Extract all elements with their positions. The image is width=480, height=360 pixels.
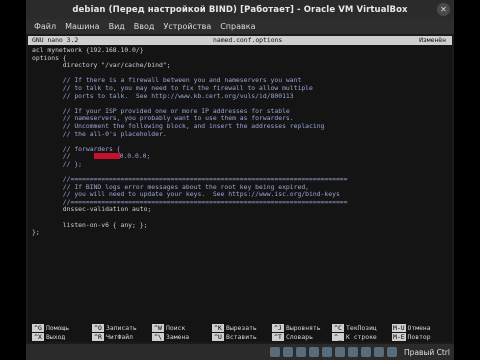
shortcut-key: M-E xyxy=(392,333,406,341)
shortcut-label: Поиск xyxy=(166,324,186,332)
shortcut-item: M-E Повтор xyxy=(392,333,450,341)
optical-icon[interactable] xyxy=(283,347,294,357)
menu-help[interactable]: Справка xyxy=(220,22,255,31)
shortcut-item: ^J Выровнять xyxy=(272,324,330,332)
shortcut-item: ^X Выход xyxy=(32,333,90,341)
redaction-mark xyxy=(93,153,120,160)
shortcut-label: Выровнять xyxy=(286,324,321,332)
shortcut-key: M-U xyxy=(392,324,406,332)
shortcut-label: Записать xyxy=(106,324,137,332)
cpu-icon[interactable] xyxy=(361,347,372,357)
shortcut-key: ^\ xyxy=(152,333,164,341)
shortcut-item: M-U Отмена xyxy=(392,324,450,332)
shortcut-item: ^U Вставить xyxy=(212,333,270,341)
virtualbox-window: debian (Перед настройкой BIND) [Работает… xyxy=(26,0,454,360)
shortcut-key: ^T xyxy=(272,333,284,341)
shortcut-label: Вставить xyxy=(226,333,257,341)
menu-input[interactable]: Ввод xyxy=(134,22,155,31)
usb-icon[interactable] xyxy=(296,347,307,357)
nano-filename: named.conf.options xyxy=(213,36,283,44)
shortcut-label: Выход xyxy=(46,333,66,341)
close-icon[interactable]: ✕ xyxy=(437,3,450,16)
editor-line: // forwarders { xyxy=(32,144,121,153)
shortcut-item: ^O Записать xyxy=(92,324,150,332)
window-titlebar[interactable]: debian (Перед настройкой BIND) [Работает… xyxy=(26,0,454,20)
shortcut-label: ТекПозиц xyxy=(346,324,377,332)
guest-console[interactable]: GNU nano 3.2 named.conf.options Изменён … xyxy=(28,36,452,342)
shared-folder-icon[interactable] xyxy=(322,347,333,357)
shortcut-key: ^X xyxy=(32,333,44,341)
menu-bar: Файл Машина Вид Ввод Устройства Справка xyxy=(26,19,454,34)
shortcut-item: ^C ТекПозиц xyxy=(332,324,390,332)
editor-line: }; xyxy=(32,228,40,237)
shortcut-key: ^C xyxy=(332,324,344,332)
editor-line: // 0.0.0.0; xyxy=(32,152,151,161)
menu-machine[interactable]: Машина xyxy=(65,22,99,31)
shortcut-label: Повтор xyxy=(407,333,431,341)
nano-modified-indicator: Изменён xyxy=(419,36,446,44)
right-letterbox xyxy=(454,0,480,360)
editor-line: // }; xyxy=(32,159,83,168)
shortcut-key: ^J xyxy=(272,324,284,332)
network-icon[interactable] xyxy=(309,347,320,357)
editor-line: listen-on-v6 { any; }; xyxy=(32,220,148,229)
shortcut-key: ^G xyxy=(32,324,44,332)
shortcut-label: Вырезать xyxy=(226,324,257,332)
shortcut-item: ^\ Замена xyxy=(152,333,210,341)
shortcut-label: Отмена xyxy=(407,324,431,332)
nano-header: GNU nano 3.2 named.conf.options Изменён xyxy=(28,36,452,45)
nano-version: GNU nano 3.2 xyxy=(32,36,79,44)
shortcut-key: ^W xyxy=(152,324,164,332)
shortcut-label: Помощь xyxy=(46,324,70,332)
shortcut-label: Словарь xyxy=(286,333,313,341)
shortcut-item: ^R ЧитФайл xyxy=(92,333,150,341)
recording-icon[interactable] xyxy=(348,347,359,357)
shortcut-label: К строке xyxy=(346,333,377,341)
shortcut-key: ^_ xyxy=(332,333,344,341)
shortcut-item: ^W Поиск xyxy=(152,324,210,332)
shortcut-item: ^G Помощь xyxy=(32,324,90,332)
hdd-icon[interactable] xyxy=(270,347,281,357)
editor-line: dnssec-validation auto; xyxy=(32,205,152,214)
editor-line: // the all-0's placeholder. xyxy=(32,129,167,138)
shortcut-key: ^U xyxy=(212,333,224,341)
left-letterbox xyxy=(0,0,26,360)
keyboard-icon[interactable] xyxy=(387,347,398,357)
shortcut-item: ^T Словарь xyxy=(272,333,330,341)
shortcut-key: ^O xyxy=(92,324,104,332)
shortcut-key: ^K xyxy=(212,324,224,332)
shortcut-item: ^_ К строке xyxy=(332,333,390,341)
menu-file[interactable]: Файл xyxy=(34,22,56,31)
host-key-label: Правый Ctrl xyxy=(404,347,450,357)
menu-devices[interactable]: Устройства xyxy=(163,22,211,31)
editor-line: // ports to talk. See http://www.kb.cert… xyxy=(32,91,294,100)
editor-line: directory "/var/cache/bind"; xyxy=(32,61,171,70)
shortcut-label: Замена xyxy=(166,333,190,341)
nano-shortcut-bar: ^G Помощь ^X Выход ^O Записать ^R ЧитФайл ^W Поис… xyxy=(32,324,450,342)
editor-line: acl mynetwork {192.168.10.0/} xyxy=(32,46,144,54)
shortcut-label: ЧитФайл xyxy=(106,333,133,341)
editor-text-area[interactable]: acl mynetwork {192.168.10.0/} options { d… xyxy=(32,46,450,237)
menu-view[interactable]: Вид xyxy=(109,22,125,31)
shortcut-item: ^K Вырезать xyxy=(212,324,270,332)
display-icon[interactable] xyxy=(335,347,346,357)
mouse-icon[interactable] xyxy=(374,347,385,357)
window-title: debian (Перед настройкой BIND) [Работает… xyxy=(72,4,408,15)
vm-statusbar: Правый Ctrl xyxy=(26,344,454,360)
shortcut-key: ^R xyxy=(92,333,104,341)
